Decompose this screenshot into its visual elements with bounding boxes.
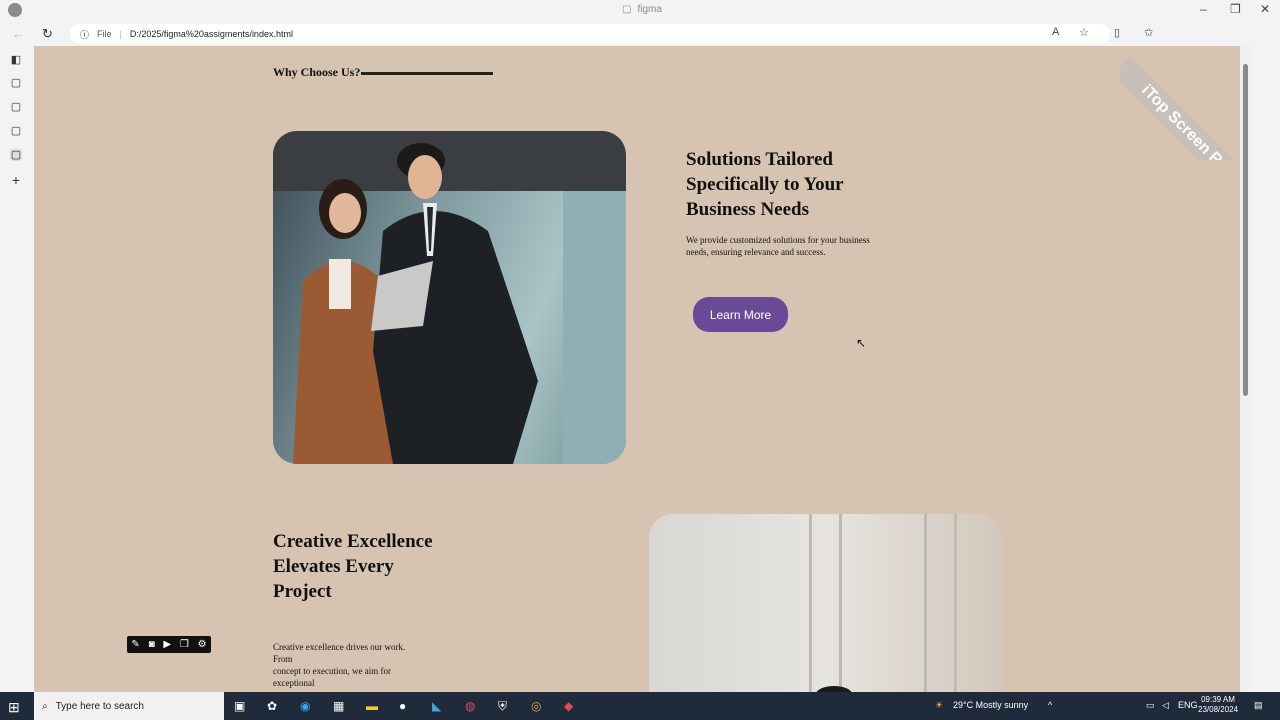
creative-heading: Creative Excellence Elevates Every Proje… <box>273 531 433 602</box>
profile-avatar[interactable] <box>8 3 22 17</box>
split-screen-icon[interactable]: ▯ <box>1114 26 1120 39</box>
app-icon-2[interactable]: ◆ <box>564 699 573 713</box>
learn-more-button[interactable]: Learn More <box>693 297 788 332</box>
network-icon[interactable]: ▭ <box>1146 700 1155 711</box>
creative-line: Creative excellence drives our work. <box>273 642 406 652</box>
mouse-cursor-icon: ↖ <box>856 336 867 350</box>
address-toolbar: ← ↻ ⓘ File | D:/2025/figma%20assigments/… <box>0 22 1280 46</box>
tab-title: figma <box>637 4 662 15</box>
address-bar[interactable]: ⓘ File | D:/2025/figma%20assigments/inde… <box>70 24 1110 44</box>
store-icon[interactable]: ▦ <box>333 699 344 713</box>
task-view-icon[interactable]: ▣ <box>234 699 245 713</box>
back-arrow-icon[interactable]: ← <box>12 26 25 41</box>
scrollbar-thumb[interactable] <box>1243 64 1248 396</box>
section-underline <box>361 72 494 75</box>
creative-line: exceptional <box>273 678 315 688</box>
tab[interactable]: ▢ figma <box>622 4 662 15</box>
camera-icon[interactable]: ◙ <box>149 639 155 650</box>
chrome-icon[interactable]: ◎ <box>531 699 541 713</box>
business-people-photo <box>273 131 626 464</box>
gear-icon[interactable]: ⚙ <box>198 639 207 650</box>
close-icon[interactable]: ✕ <box>1260 2 1270 16</box>
office-photo <box>649 514 1002 692</box>
solutions-heading: Solutions Tailored Specifically to Your … <box>686 149 844 220</box>
vscode-icon[interactable]: ◣ <box>432 699 441 713</box>
windows-taskbar: ⊞ ⌕ Type here to search ▣ ✿ ◉ ▦ ▬ ● ◣ ◍ … <box>0 692 1280 720</box>
refresh-icon[interactable]: ↻ <box>42 26 53 42</box>
restore-icon[interactable]: ❐ <box>1230 2 1241 16</box>
sidebar-tab-icon[interactable]: ▢ <box>10 125 22 137</box>
recorder-app-icon[interactable]: ◍ <box>465 699 475 713</box>
page-viewport: Why Choose Us? Solutions Tailored Specif… <box>34 46 1240 692</box>
page-icon: ▢ <box>622 4 632 15</box>
weather-text[interactable]: 29°C Mostly sunny <box>953 700 1028 710</box>
volume-icon[interactable]: ◁ <box>1162 700 1169 711</box>
sidebar-tab-icon[interactable]: ▢ <box>10 77 22 89</box>
recorder-toolbar: ✎ ◙ ▶ ❐ ⚙ <box>127 636 211 653</box>
creative-line: From <box>273 654 293 664</box>
creative-description: Creative excellence drives our work. Fro… <box>273 641 443 689</box>
minimize-icon[interactable]: – <box>1200 2 1207 16</box>
photo2-illustration <box>809 514 957 692</box>
app-icon[interactable]: ● <box>399 699 406 713</box>
address-separator: | <box>119 29 122 39</box>
address-url: D:/2025/figma%20assigments/index.html <box>129 29 293 39</box>
sidebar-tab-active-icon[interactable]: ▢ <box>10 149 22 161</box>
favorite-star-icon[interactable]: ☆ <box>1079 26 1089 39</box>
favorites-icon[interactable]: ✩ <box>1144 26 1153 39</box>
vertical-tabs-sidebar: ◧ ▢ ▢ ▢ ▢ + <box>0 46 34 692</box>
search-icon: ⌕ <box>42 700 48 712</box>
clock-time: 09:39 AM <box>1201 695 1235 704</box>
clock-date: 23/08/2024 <box>1198 705 1239 714</box>
windows-start-icon[interactable]: ⊞ <box>8 699 20 716</box>
notification-icon[interactable]: ▤ <box>1254 700 1263 711</box>
taskbar-search[interactable]: ⌕ Type here to search <box>34 692 224 720</box>
tray-chevron-icon[interactable]: ^ <box>1048 700 1052 710</box>
section-label-text: Why Choose Us? <box>273 65 361 79</box>
taskbar-clock[interactable]: 09:39 AM 23/08/2024 <box>1198 695 1238 715</box>
shield-icon[interactable]: ⛨ <box>498 699 507 714</box>
tab-actions-icon[interactable]: ◧ <box>10 54 22 66</box>
file-explorer-icon[interactable]: ▬ <box>366 699 378 713</box>
language-indicator[interactable]: ENG <box>1178 700 1198 710</box>
new-tab-plus-icon[interactable]: + <box>10 173 22 187</box>
section-label: Why Choose Us? <box>273 65 494 80</box>
page-scrollbar[interactable] <box>1240 46 1252 692</box>
browser-titlebar: ▢ figma – ❐ ✕ <box>0 0 1280 22</box>
weather-icon[interactable]: ☀ <box>935 700 943 711</box>
copilot-icon[interactable]: ✿ <box>267 699 277 713</box>
video-icon[interactable]: ▶ <box>163 639 171 650</box>
edge-icon[interactable]: ◉ <box>300 699 310 713</box>
copy-icon[interactable]: ❐ <box>180 639 189 650</box>
photo-illustration <box>273 131 626 464</box>
solutions-description: We provide customized solutions for your… <box>686 235 870 257</box>
sidebar-tab-icon[interactable]: ▢ <box>10 101 22 113</box>
creative-line: concept to execution, we aim for <box>273 666 391 676</box>
search-placeholder: Type here to search <box>55 700 144 712</box>
pen-icon[interactable]: ✎ <box>131 639 139 650</box>
info-icon: ⓘ <box>80 29 90 40</box>
read-aloud-icon[interactable]: A <box>1052 26 1059 38</box>
address-scheme: File <box>97 29 112 39</box>
